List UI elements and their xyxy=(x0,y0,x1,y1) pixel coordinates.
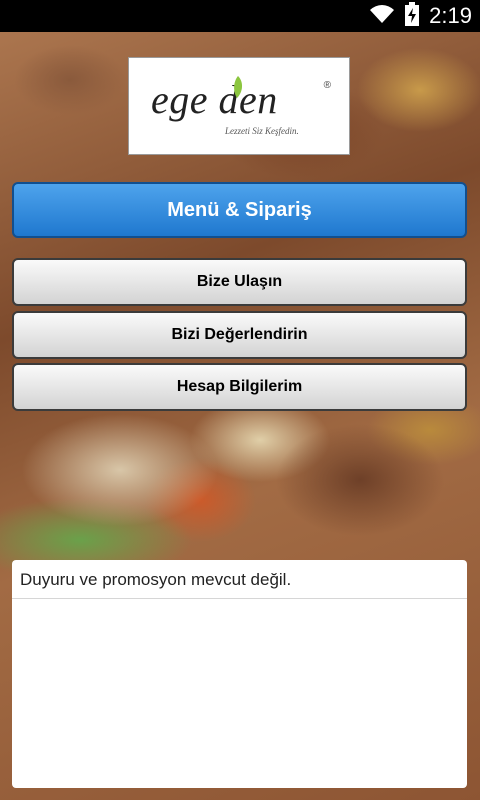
contact-us-button[interactable]: Bize Ulaşın xyxy=(12,258,467,306)
rate-us-button[interactable]: Bizi Değerlendirin xyxy=(12,311,467,359)
clock: 2:19 xyxy=(429,3,472,28)
announcement-message: Duyuru ve promosyon mevcut değil. xyxy=(12,560,467,599)
battery-charging-icon xyxy=(405,1,420,31)
logo-tagline: Lezzeti Siz Keşfedin. xyxy=(225,126,299,136)
brand-logo: ege den ® Lezzeti Siz Keşfedin. xyxy=(128,57,350,155)
leaf-icon xyxy=(231,74,245,105)
account-info-button[interactable]: Hesap Bilgilerim xyxy=(12,363,467,411)
logo-wordmark: ege den xyxy=(151,77,278,122)
wifi-icon xyxy=(369,4,395,29)
announcements-panel: Duyuru ve promosyon mevcut değil. xyxy=(12,560,467,788)
status-bar: 2:19 xyxy=(0,0,480,32)
registered-icon: ® xyxy=(323,80,331,91)
menu-order-button[interactable]: Menü & Sipariş xyxy=(12,182,467,238)
